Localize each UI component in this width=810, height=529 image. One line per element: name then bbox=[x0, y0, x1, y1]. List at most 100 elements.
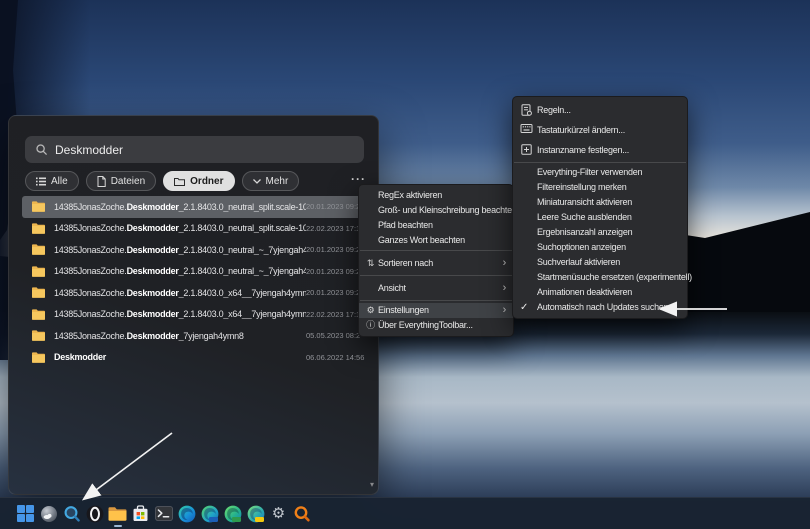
filter-dateien[interactable]: Dateien bbox=[85, 171, 157, 191]
instance-name-icon bbox=[521, 144, 532, 155]
everything-toolbar-icon bbox=[64, 505, 80, 522]
chevron-right-icon: › bbox=[502, 282, 507, 294]
taskbar-file-explorer-button[interactable] bbox=[106, 500, 129, 528]
menu-item-instanzname-festlegen[interactable]: Instanzname festlegen... bbox=[513, 140, 687, 160]
result-row[interactable]: 14385JonasZoche.Deskmodder_7yjengah4ymn8… bbox=[22, 325, 370, 347]
search-box[interactable] bbox=[25, 136, 364, 163]
result-date: 20.01.2023 09:2 bbox=[306, 266, 361, 276]
menu-item-ganzes-wort[interactable]: Ganzes Wort beachten bbox=[359, 233, 513, 248]
search-orb-icon bbox=[40, 505, 57, 522]
keyboard-icon bbox=[520, 124, 533, 133]
taskbar: ⚙ bbox=[0, 497, 810, 529]
checkmark-icon: ✓ bbox=[520, 302, 529, 313]
sort-icon: ⇅ bbox=[366, 258, 375, 268]
menu-item-everything-filter-verwenden[interactable]: Everything-Filter verwenden bbox=[513, 165, 687, 180]
menu-item-pfad-beachten[interactable]: Pfad beachten bbox=[359, 218, 513, 233]
result-name: 14385JonasZoche.Deskmodder_2.1.8403.0_x6… bbox=[54, 309, 306, 320]
filter-mehr[interactable]: Mehr bbox=[241, 171, 300, 191]
result-row[interactable]: 14385JonasZoche.Deskmodder_2.1.8403.0_ne… bbox=[22, 239, 370, 261]
result-name: 14385JonasZoche.Deskmodder_2.1.8403.0_ne… bbox=[54, 266, 306, 277]
rules-icon bbox=[521, 104, 532, 116]
result-row[interactable]: 14385JonasZoche.Deskmodder_2.1.8403.0_ne… bbox=[22, 196, 370, 218]
settings-gear-icon: ⚙ bbox=[271, 505, 286, 522]
taskbar-everything-app-button[interactable] bbox=[290, 500, 313, 528]
result-date: 22.02.2023 17:1 bbox=[306, 309, 361, 319]
taskbar-start-button[interactable] bbox=[14, 500, 37, 528]
taskbar-everything-toolbar-button[interactable] bbox=[60, 500, 83, 528]
result-row[interactable]: Deskmodder 06.06.2022 14:56 bbox=[22, 347, 370, 369]
result-name: 14385JonasZoche.Deskmodder_2.1.8403.0_ne… bbox=[54, 244, 306, 255]
menu-item-regeln[interactable]: Regeln... bbox=[513, 100, 687, 120]
menu-separator bbox=[360, 300, 512, 301]
taskbar-opera-button[interactable] bbox=[83, 500, 106, 528]
edge-canary-icon bbox=[247, 505, 264, 522]
result-name: 14385JonasZoche.Deskmodder_2.1.8403.0_ne… bbox=[54, 223, 306, 234]
result-row[interactable]: 14385JonasZoche.Deskmodder_2.1.8403.0_x6… bbox=[22, 282, 370, 304]
search-icon bbox=[36, 144, 47, 155]
menu-item-automatisch-nach-updates-suchen[interactable]: ✓ Automatisch nach Updates suchen bbox=[513, 300, 687, 315]
result-name: Deskmodder bbox=[54, 352, 107, 363]
result-date: 20.01.2023 09:2 bbox=[306, 202, 361, 212]
info-icon: ⓘ bbox=[366, 320, 375, 330]
menu-item-ueber-everythingtoolbar[interactable]: ⓘ Über EverythingToolbar... bbox=[359, 318, 513, 333]
taskbar-search-orb-button[interactable] bbox=[37, 500, 60, 528]
menu-item-gross-kleinschreibung[interactable]: Groß- und Kleinschreibung beachten bbox=[359, 203, 517, 218]
opera-icon bbox=[86, 505, 103, 522]
result-date: 20.01.2023 09:2 bbox=[306, 288, 361, 298]
search-input[interactable] bbox=[55, 142, 353, 157]
filter-alle[interactable]: Alle bbox=[25, 171, 79, 191]
menu-item-leere-suche-ausblenden[interactable]: Leere Suche ausblenden bbox=[513, 210, 687, 225]
menu-item-filtereinstellung-merken[interactable]: Filtereinstellung merken bbox=[513, 180, 687, 195]
menu-item-startmenuesuche-ersetzen[interactable]: Startmenüsuche ersetzen (experimentell) bbox=[513, 270, 692, 285]
chevron-right-icon: › bbox=[502, 257, 507, 269]
microsoft-store-icon bbox=[133, 505, 148, 521]
taskbar-microsoft-store-button[interactable] bbox=[129, 500, 152, 528]
menu-separator bbox=[514, 162, 686, 163]
taskbar-edge-dev-button[interactable] bbox=[221, 500, 244, 528]
menu-item-ergebnisanzahl-anzeigen[interactable]: Ergebnisanzahl anzeigen bbox=[513, 225, 687, 240]
menu-item-tastaturkuerzel-aendern[interactable]: Tastaturkürzel ändern... bbox=[513, 120, 687, 140]
everything-toolbar-window: Alle Dateien Ordner Mehr bbox=[8, 115, 379, 495]
result-name: 14385JonasZoche.Deskmodder_2.1.8403.0_x6… bbox=[54, 287, 306, 298]
folder-icon bbox=[32, 223, 45, 234]
running-indicator bbox=[113, 524, 122, 527]
filter-mehr-label: Mehr bbox=[265, 175, 289, 187]
file-icon bbox=[97, 175, 106, 187]
taskbar-terminal-button[interactable] bbox=[152, 500, 175, 528]
folder-icon bbox=[174, 177, 186, 186]
menu-item-ansicht[interactable]: Ansicht › bbox=[359, 278, 513, 298]
menu-item-suchoptionen-anzeigen[interactable]: Suchoptionen anzeigen bbox=[513, 240, 687, 255]
result-row[interactable]: 14385JonasZoche.Deskmodder_2.1.8403.0_ne… bbox=[22, 261, 370, 283]
taskbar-edge-button[interactable] bbox=[175, 500, 198, 528]
filter-ordner-label: Ordner bbox=[190, 175, 224, 187]
menu-item-animationen-deaktivieren[interactable]: Animationen deaktivieren bbox=[513, 285, 687, 300]
menu-item-miniaturansicht-aktivieren[interactable]: Miniaturansicht aktivieren bbox=[513, 195, 687, 210]
folder-icon bbox=[32, 244, 45, 256]
edge-icon bbox=[178, 505, 195, 522]
gear-icon: ⚙ bbox=[366, 305, 375, 315]
scrollbar-down-arrow[interactable]: ▾ bbox=[370, 480, 374, 489]
menu-item-sortieren-nach[interactable]: ⇅ Sortieren nach › bbox=[359, 253, 513, 273]
folder-icon bbox=[32, 201, 45, 213]
menu-item-suchverlauf-aktivieren[interactable]: Suchverlauf aktivieren bbox=[513, 255, 687, 270]
taskbar-edge-canary-button[interactable] bbox=[244, 500, 267, 528]
folder-icon bbox=[32, 330, 45, 342]
result-date: 06.06.2022 14:56 bbox=[306, 352, 365, 362]
start-icon bbox=[17, 505, 34, 522]
chevron-right-icon: › bbox=[502, 304, 507, 316]
taskbar-settings-button[interactable]: ⚙ bbox=[267, 500, 290, 528]
filter-ordner[interactable]: Ordner bbox=[163, 171, 235, 191]
taskbar-edge-beta-button[interactable] bbox=[198, 500, 221, 528]
menu-item-einstellungen[interactable]: ⚙ Einstellungen › bbox=[359, 303, 513, 318]
results-list: 14385JonasZoche.Deskmodder_2.1.8403.0_ne… bbox=[22, 196, 370, 368]
result-row[interactable]: 14385JonasZoche.Deskmodder_2.1.8403.0_x6… bbox=[22, 304, 370, 326]
menu-item-regex-aktivieren[interactable]: RegEx aktivieren bbox=[359, 188, 513, 203]
result-date: 22.02.2023 17:1 bbox=[306, 223, 361, 233]
chevron-down-icon bbox=[252, 178, 261, 184]
folder-icon bbox=[32, 266, 45, 277]
folder-icon bbox=[32, 287, 45, 299]
filter-tabs: Alle Dateien Ordner Mehr bbox=[25, 171, 300, 191]
result-row[interactable]: 14385JonasZoche.Deskmodder_2.1.8403.0_ne… bbox=[22, 218, 370, 240]
result-date: 20.01.2023 09:2 bbox=[306, 245, 361, 255]
more-options-button[interactable]: ··· bbox=[351, 173, 366, 185]
